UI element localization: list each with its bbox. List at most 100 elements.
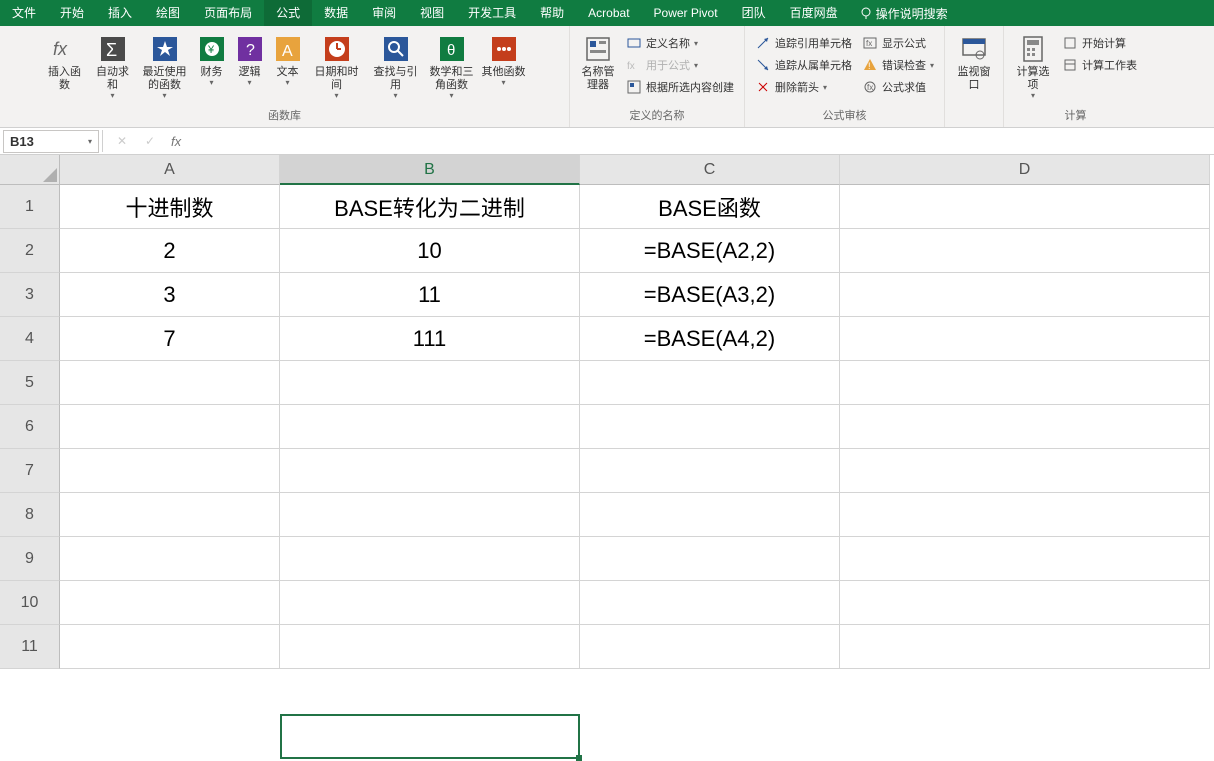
- menu-tab-公式[interactable]: 公式: [264, 0, 312, 26]
- row-header-7[interactable]: 7: [0, 449, 60, 493]
- error-check-button[interactable]: !错误检查▾: [858, 54, 938, 76]
- lookup-button[interactable]: 查找与引用▾: [368, 32, 424, 100]
- cell-D8[interactable]: [840, 493, 1210, 537]
- trace-dependents-button[interactable]: 追踪从属单元格: [751, 54, 856, 76]
- create-from-selection-button[interactable]: 根据所选内容创建: [622, 76, 738, 98]
- insert-function-fx-button[interactable]: fx: [169, 132, 187, 150]
- cell-D6[interactable]: [840, 405, 1210, 449]
- cell-A7[interactable]: [60, 449, 280, 493]
- menu-tab-插入[interactable]: 插入: [96, 0, 144, 26]
- more-functions-button[interactable]: 其他函数▾: [480, 32, 528, 87]
- row-header-8[interactable]: 8: [0, 493, 60, 537]
- cell-B5[interactable]: [280, 361, 580, 405]
- insert-function-button[interactable]: fx 插入函数: [42, 32, 88, 92]
- cell-B2[interactable]: 10: [280, 229, 580, 273]
- remove-arrows-button[interactable]: 删除箭头▾: [751, 76, 856, 98]
- cell-D7[interactable]: [840, 449, 1210, 493]
- cell-B8[interactable]: [280, 493, 580, 537]
- menu-tab-帮助[interactable]: 帮助: [528, 0, 576, 26]
- cell-D11[interactable]: [840, 625, 1210, 669]
- name-manager-button[interactable]: 名称管理器: [576, 32, 620, 92]
- cell-D5[interactable]: [840, 361, 1210, 405]
- cancel-formula-button[interactable]: ✕: [113, 132, 131, 150]
- autosum-button[interactable]: Σ 自动求和▾: [90, 32, 136, 100]
- text-button[interactable]: A 文本▾: [270, 32, 306, 87]
- column-header-C[interactable]: C: [580, 155, 840, 185]
- cell-A3[interactable]: 3: [60, 273, 280, 317]
- cell-C5[interactable]: [580, 361, 840, 405]
- menu-tab-团队[interactable]: 团队: [730, 0, 778, 26]
- row-header-3[interactable]: 3: [0, 273, 60, 317]
- cell-B4[interactable]: 111: [280, 317, 580, 361]
- cell-D10[interactable]: [840, 581, 1210, 625]
- row-header-5[interactable]: 5: [0, 361, 60, 405]
- cell-D9[interactable]: [840, 537, 1210, 581]
- datetime-button[interactable]: 日期和时间▾: [308, 32, 366, 100]
- cell-B3[interactable]: 11: [280, 273, 580, 317]
- cell-C6[interactable]: [580, 405, 840, 449]
- cell-B11[interactable]: [280, 625, 580, 669]
- cell-A6[interactable]: [60, 405, 280, 449]
- row-header-1[interactable]: 1: [0, 185, 60, 229]
- row-header-11[interactable]: 11: [0, 625, 60, 669]
- name-box-dropdown-icon[interactable]: ▾: [88, 137, 92, 146]
- cell-C11[interactable]: [580, 625, 840, 669]
- select-all-corner[interactable]: [0, 155, 60, 185]
- column-header-A[interactable]: A: [60, 155, 280, 185]
- calculate-sheet-button[interactable]: 计算工作表: [1058, 54, 1141, 76]
- show-formulas-button[interactable]: fx显示公式: [858, 32, 938, 54]
- cell-C10[interactable]: [580, 581, 840, 625]
- menu-tab-Acrobat[interactable]: Acrobat: [576, 0, 641, 26]
- cell-A5[interactable]: [60, 361, 280, 405]
- cell-A10[interactable]: [60, 581, 280, 625]
- cell-D2[interactable]: [840, 229, 1210, 273]
- cell-D3[interactable]: [840, 273, 1210, 317]
- cell-C2[interactable]: =BASE(A2,2): [580, 229, 840, 273]
- cell-A8[interactable]: [60, 493, 280, 537]
- cell-B7[interactable]: [280, 449, 580, 493]
- calculation-options-button[interactable]: 计算选项▾: [1010, 32, 1056, 100]
- cell-A1[interactable]: 十进制数: [60, 185, 280, 229]
- menu-tab-开始[interactable]: 开始: [48, 0, 96, 26]
- cell-D1[interactable]: [840, 185, 1210, 229]
- cell-B10[interactable]: [280, 581, 580, 625]
- menu-tab-文件[interactable]: 文件: [0, 0, 48, 26]
- tell-me-search[interactable]: 操作说明搜索: [850, 5, 958, 22]
- financial-button[interactable]: ¥ 财务▾: [194, 32, 230, 87]
- evaluate-formula-button[interactable]: fx公式求值: [858, 76, 938, 98]
- trace-precedents-button[interactable]: 追踪引用单元格: [751, 32, 856, 54]
- recently-used-button[interactable]: 最近使用的函数▾: [138, 32, 192, 100]
- cell-A2[interactable]: 2: [60, 229, 280, 273]
- cell-A4[interactable]: 7: [60, 317, 280, 361]
- menu-tab-审阅[interactable]: 审阅: [360, 0, 408, 26]
- menu-tab-页面布局[interactable]: 页面布局: [192, 0, 264, 26]
- cell-C8[interactable]: [580, 493, 840, 537]
- cell-D4[interactable]: [840, 317, 1210, 361]
- name-box[interactable]: B13 ▾: [3, 130, 99, 153]
- define-name-button[interactable]: 定义名称▾: [622, 32, 738, 54]
- watch-window-button[interactable]: 监视窗口: [951, 32, 997, 92]
- row-header-4[interactable]: 4: [0, 317, 60, 361]
- cell-C7[interactable]: [580, 449, 840, 493]
- enter-formula-button[interactable]: ✓: [141, 132, 159, 150]
- menu-tab-Power Pivot[interactable]: Power Pivot: [642, 0, 730, 26]
- fill-handle[interactable]: [576, 755, 582, 761]
- row-header-10[interactable]: 10: [0, 581, 60, 625]
- cell-C4[interactable]: =BASE(A4,2): [580, 317, 840, 361]
- menu-tab-数据[interactable]: 数据: [312, 0, 360, 26]
- calculate-now-button[interactable]: 开始计算: [1058, 32, 1141, 54]
- logical-button[interactable]: ? 逻辑▾: [232, 32, 268, 87]
- math-trig-button[interactable]: θ 数学和三角函数▾: [426, 32, 478, 100]
- formula-input[interactable]: [197, 128, 1214, 154]
- menu-tab-开发工具[interactable]: 开发工具: [456, 0, 528, 26]
- cell-A9[interactable]: [60, 537, 280, 581]
- row-header-6[interactable]: 6: [0, 405, 60, 449]
- menu-tab-百度网盘[interactable]: 百度网盘: [778, 0, 850, 26]
- cell-B1[interactable]: BASE转化为二进制: [280, 185, 580, 229]
- cell-B9[interactable]: [280, 537, 580, 581]
- use-in-formula-button[interactable]: fx用于公式▾: [622, 54, 738, 76]
- menu-tab-绘图[interactable]: 绘图: [144, 0, 192, 26]
- cell-C9[interactable]: [580, 537, 840, 581]
- cell-A11[interactable]: [60, 625, 280, 669]
- cell-C1[interactable]: BASE函数: [580, 185, 840, 229]
